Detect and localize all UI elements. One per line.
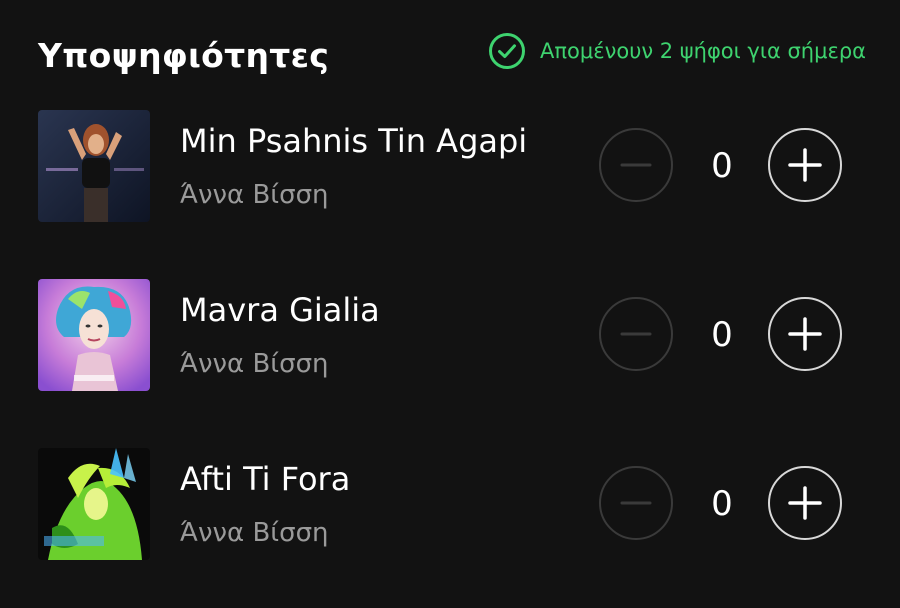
song-row: Mavra Gialia Άννα Βίσση 0 [38,279,858,391]
plus-icon [788,148,822,182]
song-artist: Άννα Βίσση [180,349,329,379]
increase-vote-button[interactable] [768,466,842,540]
album-cover [38,279,150,391]
song-row: Min Psahnis Tin Agapi Άννα Βίσση 0 [38,110,858,222]
nominations-header: Υποψηφιότητες Απομένουν 2 ψήφοι για σήμε… [38,30,868,86]
album-cover [38,110,150,222]
check-circle-icon [489,33,526,69]
song-artist: Άννα Βίσση [180,518,329,548]
cover-art-1 [38,110,150,222]
vote-count: 0 [711,146,733,186]
cover-art-2 [38,279,150,391]
vote-count: 0 [711,315,733,355]
increase-vote-button[interactable] [768,128,842,202]
page-title: Υποψηφιότητες [38,36,330,75]
decrease-vote-button[interactable] [599,297,673,371]
minus-icon [620,332,652,336]
vote-count: 0 [711,484,733,524]
votes-remaining-text: Απομένουν 2 ψήφοι για σήμερα [540,39,866,63]
song-title: Mavra Gialia [180,291,380,329]
plus-icon [788,486,822,520]
song-title: Afti Ti Fora [180,460,351,498]
album-cover [38,448,150,560]
votes-remaining-status: Απομένουν 2 ψήφοι για σήμερα [488,32,866,70]
increase-vote-button[interactable] [768,297,842,371]
song-artist: Άννα Βίσση [180,180,329,210]
plus-icon [788,317,822,351]
cover-art-3 [38,448,150,560]
song-row: Afti Ti Fora Άννα Βίσση 0 [38,448,858,560]
decrease-vote-button[interactable] [599,466,673,540]
minus-icon [620,501,652,505]
decrease-vote-button[interactable] [599,128,673,202]
song-title: Min Psahnis Tin Agapi [180,122,528,160]
minus-icon [620,163,652,167]
